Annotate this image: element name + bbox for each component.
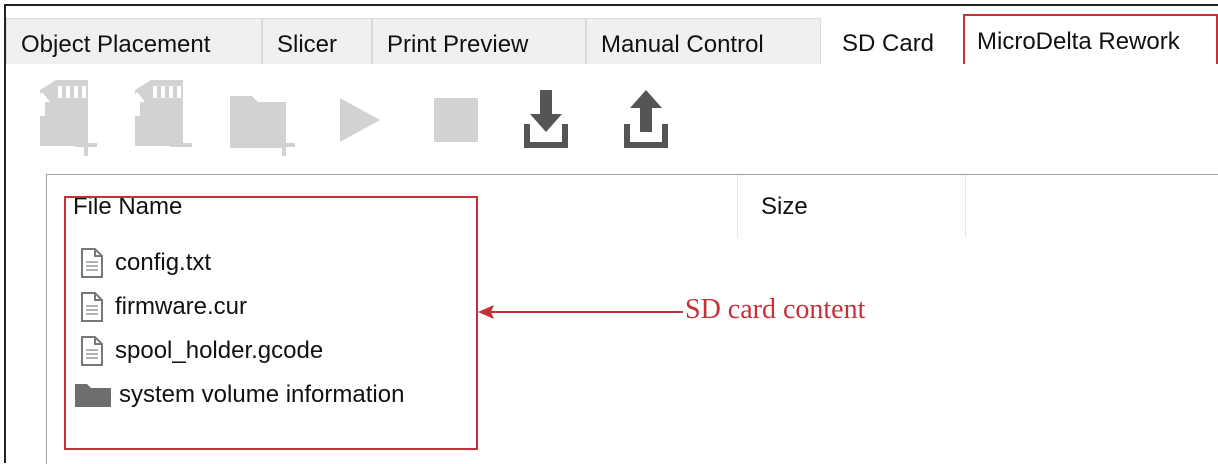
tab-label: SD Card bbox=[842, 29, 935, 57]
annotation-label: SD card content bbox=[685, 294, 866, 325]
annotation-arrow-icon bbox=[478, 305, 683, 319]
column-separator[interactable] bbox=[965, 175, 966, 238]
tab-microdelta-rework[interactable]: MicroDelta Rework bbox=[963, 14, 1218, 70]
tab-strip: Object Placement Slicer Print Preview Ma… bbox=[6, 6, 1218, 74]
new-folder-button[interactable] bbox=[226, 76, 316, 166]
tab-object-placement[interactable]: Object Placement bbox=[6, 18, 262, 70]
sd-card-add-icon bbox=[34, 80, 97, 156]
play-button[interactable] bbox=[326, 76, 416, 166]
column-header-size[interactable]: Size bbox=[761, 193, 808, 221]
stop-icon bbox=[434, 98, 478, 142]
toolbar bbox=[26, 76, 726, 176]
tab-label: Print Preview bbox=[387, 30, 529, 58]
download-button[interactable] bbox=[516, 76, 606, 166]
column-separator[interactable] bbox=[737, 175, 738, 238]
tab-label: Object Placement bbox=[21, 30, 211, 58]
tab-slicer[interactable]: Slicer bbox=[262, 18, 372, 70]
sd-card-remove-button[interactable] bbox=[121, 76, 211, 166]
upload-button[interactable] bbox=[616, 76, 706, 166]
download-icon bbox=[524, 90, 568, 148]
sd-card-remove-icon bbox=[129, 80, 192, 147]
tab-print-preview[interactable]: Print Preview bbox=[372, 18, 586, 70]
stop-button[interactable] bbox=[424, 76, 514, 166]
new-folder-icon bbox=[230, 96, 295, 156]
tab-label: Manual Control bbox=[601, 30, 764, 58]
sd-card-add-button[interactable] bbox=[26, 76, 116, 166]
tab-label: Slicer bbox=[277, 30, 338, 58]
tab-label: MicroDelta Rework bbox=[977, 28, 1180, 55]
tab-manual-control[interactable]: Manual Control bbox=[586, 18, 821, 70]
play-icon bbox=[340, 98, 380, 142]
upload-icon bbox=[624, 90, 668, 148]
annotation-highlight-box bbox=[64, 196, 478, 450]
